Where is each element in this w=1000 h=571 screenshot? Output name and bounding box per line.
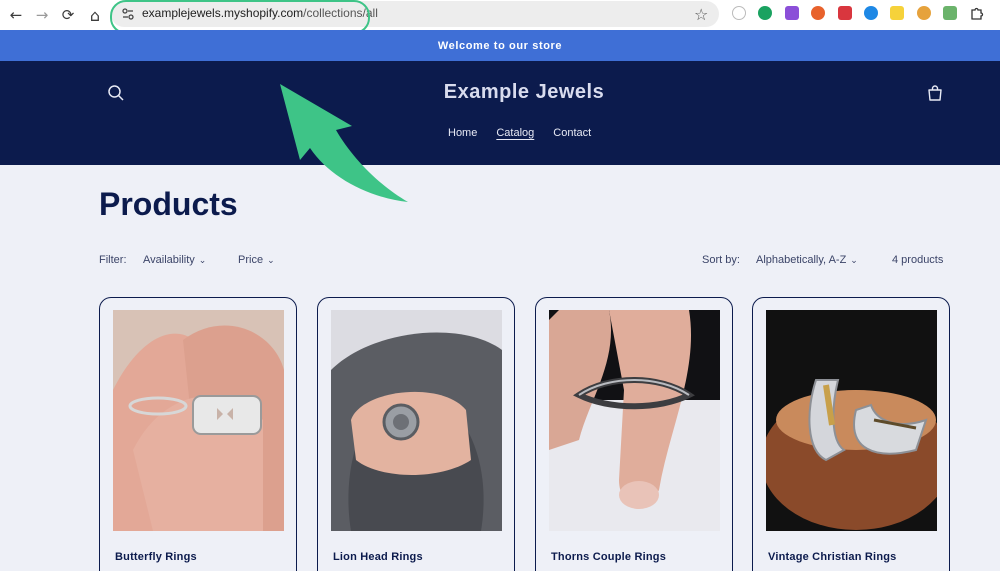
annotation-arrow-icon <box>280 84 408 202</box>
announcement-bar: Welcome to our store <box>0 30 1000 61</box>
extension-ghost-icon[interactable] <box>732 6 746 20</box>
sort-select[interactable]: Alphabetically, A-Z ⌄ <box>756 254 858 266</box>
product-image[interactable] <box>766 310 937 531</box>
product-card[interactable]: Thorns Couple Rings <box>535 297 733 571</box>
filter-label: Filter: <box>99 254 127 266</box>
extension-red-icon[interactable] <box>838 6 852 20</box>
product-title[interactable]: Lion Head Rings <box>333 551 423 563</box>
product-image[interactable] <box>331 310 502 531</box>
browser-toolbar: ← → ⟳ ⌂ examplejewels.myshopify.com/coll… <box>0 0 1000 34</box>
product-title[interactable]: Butterfly Rings <box>115 551 197 563</box>
menu-item-home[interactable]: Home <box>448 127 477 139</box>
store-header: Example Jewels Home Catalog Contact <box>0 61 1000 165</box>
page-title: Products <box>99 186 238 222</box>
filter-price-label: Price <box>238 254 264 266</box>
product-image[interactable] <box>549 310 720 531</box>
back-icon[interactable]: ← <box>6 5 26 25</box>
extension-orange-icon[interactable] <box>811 6 825 20</box>
product-card[interactable]: Vintage Christian Rings <box>752 297 950 571</box>
extension-image-icon[interactable] <box>943 6 957 20</box>
extension-grammarly-icon[interactable] <box>758 6 772 20</box>
product-count: 4 products <box>892 254 944 266</box>
menu-item-catalog[interactable]: Catalog <box>496 127 534 139</box>
chevron-down-icon: ⌄ <box>267 256 275 266</box>
sort-value: Alphabetically, A-Z <box>756 254 847 266</box>
bookmark-star-icon[interactable]: ☆ <box>694 5 708 24</box>
store-logo[interactable]: Example Jewels <box>0 81 1000 104</box>
product-title[interactable]: Vintage Christian Rings <box>768 551 896 563</box>
home-icon[interactable]: ⌂ <box>85 5 105 25</box>
facet-filters: Filter: Availability ⌄ Price ⌄ Sort by: Al… <box>99 254 950 270</box>
product-card[interactable]: Butterfly Rings <box>99 297 297 571</box>
sort-label: Sort by: <box>702 254 740 266</box>
extension-s-icon[interactable] <box>785 6 799 20</box>
reload-icon[interactable]: ⟳ <box>58 5 78 25</box>
chevron-down-icon: ⌄ <box>198 256 207 266</box>
filter-price[interactable]: Price ⌄ <box>238 254 275 266</box>
filter-availability-label: Availability <box>143 254 195 266</box>
main-menu: Home Catalog Contact <box>448 127 591 139</box>
filter-availability[interactable]: Availability ⌄ <box>143 254 206 266</box>
extensions-puzzle-icon[interactable] <box>970 6 984 20</box>
annotation-highlight <box>110 0 370 34</box>
forward-icon[interactable]: → <box>32 5 52 25</box>
chevron-down-icon: ⌄ <box>850 256 858 266</box>
extension-blue-icon[interactable] <box>864 6 878 20</box>
extension-check-icon[interactable] <box>890 6 904 20</box>
product-card[interactable]: Lion Head Rings <box>317 297 515 571</box>
announcement-text: Welcome to our store <box>437 39 563 52</box>
product-image[interactable] <box>113 310 284 531</box>
product-title[interactable]: Thorns Couple Rings <box>551 551 666 563</box>
cart-icon[interactable] <box>926 84 944 102</box>
extension-gear-icon[interactable] <box>917 6 931 20</box>
menu-item-contact[interactable]: Contact <box>553 127 591 139</box>
